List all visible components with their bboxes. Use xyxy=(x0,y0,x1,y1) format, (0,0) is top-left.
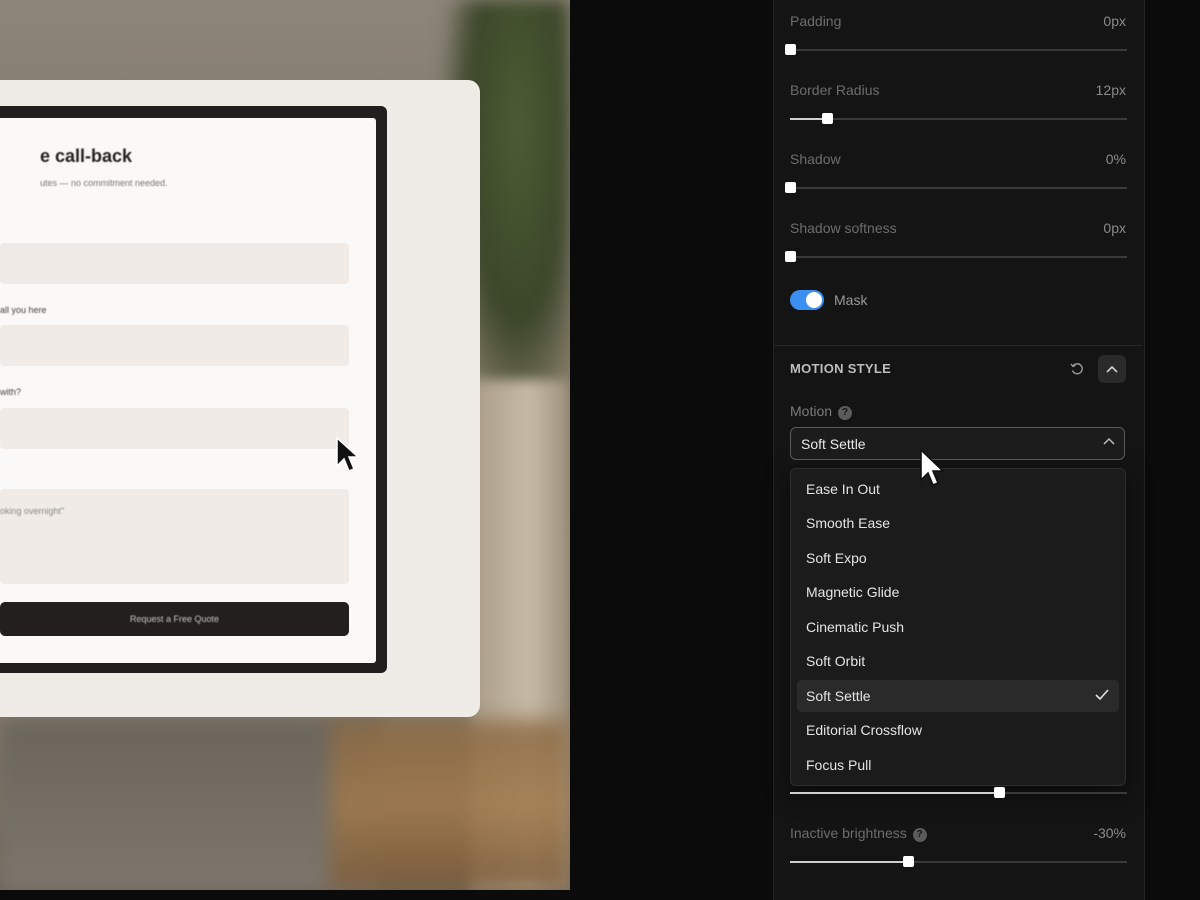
background-furniture xyxy=(330,720,570,890)
motion-option-label: Ease In Out xyxy=(806,481,880,497)
motion-option-label: Soft Orbit xyxy=(806,653,866,669)
motion-option-label: Focus Pull xyxy=(806,757,872,773)
cursor-icon xyxy=(336,436,360,472)
motion-option-label: Soft Settle xyxy=(806,688,871,704)
chevron-up-icon xyxy=(1103,437,1115,445)
motion-option-selected[interactable]: Soft Settle xyxy=(797,680,1119,712)
shadow-slider[interactable] xyxy=(785,182,1127,193)
inactive-brightness-label: Inactive brightness? xyxy=(790,825,927,842)
form-input[interactable] xyxy=(0,243,349,284)
help-icon[interactable]: ? xyxy=(912,827,927,842)
motion-option[interactable]: Focus Pull xyxy=(797,749,1119,781)
motion-label-text: Motion xyxy=(790,403,833,419)
motion-select[interactable]: Soft Settle xyxy=(790,427,1125,460)
slider-thumb[interactable] xyxy=(785,182,796,193)
motion-option-label: Editorial Crossflow xyxy=(806,722,922,738)
motion-select-value: Soft Settle xyxy=(801,436,866,452)
slider-thumb[interactable] xyxy=(785,251,796,262)
form-title: e call-back xyxy=(40,146,133,166)
mask-label: Mask xyxy=(834,292,868,308)
check-icon xyxy=(1095,689,1109,701)
reset-icon xyxy=(1070,363,1083,375)
mask-toggle[interactable] xyxy=(790,290,824,310)
motion-slider[interactable] xyxy=(790,787,1127,798)
shadow-softness-slider[interactable] xyxy=(785,251,1127,262)
background-floor xyxy=(0,720,380,890)
motion-option[interactable]: Smooth Ease xyxy=(797,507,1119,539)
request-quote-button[interactable]: Request a Free Quote xyxy=(0,602,349,636)
toggle-knob xyxy=(806,292,822,308)
motion-style-title: MOTION STYLE xyxy=(790,361,892,376)
slider-thumb[interactable] xyxy=(902,856,914,867)
chevron-up-icon xyxy=(1106,365,1118,373)
inactive-brightness-slider[interactable] xyxy=(790,856,1127,867)
motion-option[interactable]: Editorial Crossflow xyxy=(797,714,1119,746)
border-radius-value: 12px xyxy=(1095,82,1126,98)
form-input[interactable] xyxy=(0,325,349,366)
reset-button[interactable] xyxy=(1066,358,1088,380)
slider-fill xyxy=(790,861,908,863)
motion-option[interactable]: Magnetic Glide xyxy=(797,576,1119,608)
motion-dropdown-menu: Ease In Out Smooth Ease Soft Expo Magnet… xyxy=(790,468,1126,786)
padding-label: Padding xyxy=(790,13,842,29)
slider-fill xyxy=(790,792,999,794)
padding-value: 0px xyxy=(1103,13,1126,29)
motion-option[interactable]: Soft Expo xyxy=(797,542,1119,574)
form-field-label: with? xyxy=(0,387,22,397)
design-canvas[interactable]: e call-back utes — no commitment needed.… xyxy=(0,0,570,890)
form-select[interactable] xyxy=(0,408,349,449)
cursor-icon xyxy=(920,448,945,487)
collapse-section-button[interactable] xyxy=(1098,355,1126,383)
form-subtitle: utes — no commitment needed. xyxy=(40,178,168,188)
section-divider xyxy=(774,345,1142,346)
border-radius-label: Border Radius xyxy=(790,82,880,98)
motion-option[interactable]: Cinematic Push xyxy=(797,611,1119,643)
request-quote-label: Request a Free Quote xyxy=(129,614,220,624)
shadow-label: Shadow xyxy=(790,151,841,167)
motion-option-label: Soft Expo xyxy=(806,550,867,566)
textarea-placeholder: oking overnight" xyxy=(0,506,65,516)
inactive-brightness-text: Inactive brightness xyxy=(790,825,907,841)
slider-thumb[interactable] xyxy=(993,787,1005,798)
form-textarea[interactable] xyxy=(0,489,349,584)
form-field-label: all you here xyxy=(0,305,47,315)
slider-thumb[interactable] xyxy=(822,113,834,124)
motion-label: Motion? xyxy=(790,403,853,420)
shadow-value: 0% xyxy=(1105,151,1126,167)
padding-slider[interactable] xyxy=(785,44,1127,55)
shadow-softness-value: 0px xyxy=(1103,220,1126,236)
motion-option-label: Magnetic Glide xyxy=(806,584,900,600)
help-icon[interactable]: ? xyxy=(838,405,853,420)
inactive-brightness-value: -30% xyxy=(1093,825,1126,841)
border-radius-slider[interactable] xyxy=(790,113,1127,124)
motion-option-label: Smooth Ease xyxy=(806,515,891,531)
motion-option[interactable]: Ease In Out xyxy=(797,473,1119,505)
slider-thumb[interactable] xyxy=(785,44,796,55)
shadow-softness-label: Shadow softness xyxy=(790,220,897,236)
motion-option[interactable]: Soft Orbit xyxy=(797,645,1119,677)
motion-option-label: Cinematic Push xyxy=(806,619,905,635)
